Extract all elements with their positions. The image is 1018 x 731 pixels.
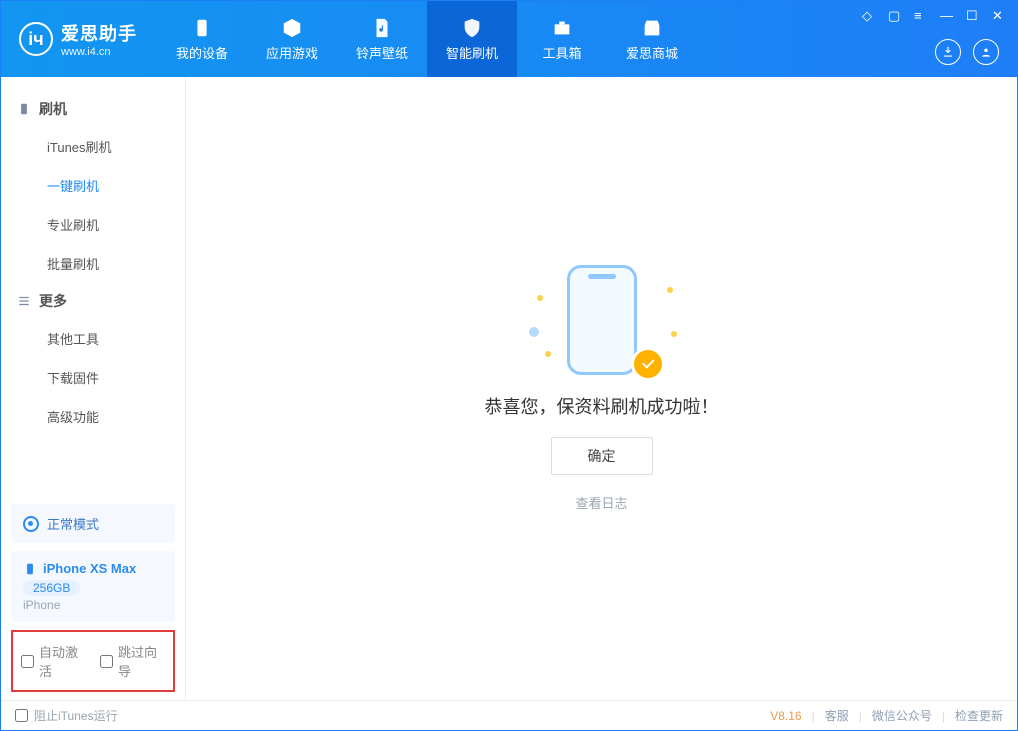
version-label: V8.16 <box>770 709 801 723</box>
nav-apps-games[interactable]: 应用游戏 <box>247 1 337 77</box>
view-log-link[interactable]: 查看日志 <box>575 493 627 512</box>
download-button[interactable] <box>935 39 961 65</box>
sidebar: 刷机 iTunes刷机 一键刷机 专业刷机 批量刷机 更多 其他工具 下载固件 … <box>1 77 186 700</box>
shield-refresh-icon <box>461 17 483 39</box>
window-controls: ◇ ▢ ≡ — ☐ ✕ <box>861 7 1007 23</box>
success-illustration <box>527 265 677 375</box>
device-type: iPhone <box>23 598 163 612</box>
footer-link-support[interactable]: 客服 <box>825 707 849 724</box>
sidebar-group-flash: 刷机 <box>1 91 185 127</box>
header: iч 爱思助手 www.i4.cn 我的设备 应用游戏 铃声壁纸 智能刷机 工具… <box>1 1 1017 77</box>
logo-icon: iч <box>19 22 53 56</box>
device-icon <box>191 17 213 39</box>
sidebar-item-pro-flash[interactable]: 专业刷机 <box>1 205 185 244</box>
skip-guide-input[interactable] <box>100 655 113 668</box>
store-icon <box>641 17 663 39</box>
user-icon <box>979 45 993 59</box>
flash-options-highlight: 自动激活 跳过向导 <box>11 630 175 692</box>
maximize-icon[interactable]: ☐ <box>965 7 981 23</box>
minimize-icon[interactable]: — <box>939 7 955 23</box>
success-message: 恭喜您，保资料刷机成功啦！ <box>485 393 719 419</box>
device-mode-label: 正常模式 <box>47 514 99 533</box>
device-card[interactable]: iPhone XS Max 256GB iPhone <box>11 551 175 622</box>
sidebar-group-more: 更多 <box>1 283 185 319</box>
block-itunes-checkbox[interactable] <box>15 709 28 722</box>
nav-my-device[interactable]: 我的设备 <box>157 1 247 77</box>
nav-ringtones-wallpapers[interactable]: 铃声壁纸 <box>337 1 427 77</box>
device-name: iPhone XS Max <box>43 561 136 576</box>
app-name: 爱思助手 <box>61 20 137 46</box>
nav-smart-flash[interactable]: 智能刷机 <box>427 1 517 77</box>
account-button[interactable] <box>973 39 999 65</box>
sidebar-item-advanced[interactable]: 高级功能 <box>1 397 185 436</box>
spark-icon <box>667 287 673 293</box>
menu-icon[interactable]: ≡ <box>913 7 929 23</box>
spark-icon <box>529 327 539 337</box>
download-icon <box>941 45 955 59</box>
device-capacity: 256GB <box>23 580 80 596</box>
success-badge-icon <box>631 347 665 381</box>
spark-icon <box>671 331 677 337</box>
list-icon <box>17 294 31 308</box>
spark-icon <box>545 351 551 357</box>
nav-toolbox[interactable]: 工具箱 <box>517 1 607 77</box>
ok-button[interactable]: 确定 <box>551 437 653 475</box>
footer-link-update[interactable]: 检查更新 <box>955 707 1003 724</box>
app-logo: iч 爱思助手 www.i4.cn <box>19 1 137 77</box>
phone-icon <box>17 102 31 116</box>
sidebar-item-itunes-flash[interactable]: iTunes刷机 <box>1 127 185 166</box>
music-file-icon <box>371 17 393 39</box>
auto-activate-checkbox[interactable]: 自动激活 <box>21 642 86 680</box>
block-itunes-label: 阻止iTunes运行 <box>34 707 118 724</box>
header-actions <box>935 39 999 65</box>
feedback-icon[interactable]: ▢ <box>887 7 903 23</box>
app-url: www.i4.cn <box>61 46 137 58</box>
mode-dot-icon <box>23 516 39 532</box>
phone-graphic <box>567 265 637 375</box>
footer-link-wechat[interactable]: 微信公众号 <box>872 707 932 724</box>
close-icon[interactable]: ✕ <box>991 7 1007 23</box>
nav-tabs: 我的设备 应用游戏 铃声壁纸 智能刷机 工具箱 爱思商城 <box>157 1 697 77</box>
sidebar-item-one-click-flash[interactable]: 一键刷机 <box>1 166 185 205</box>
theme-icon[interactable]: ◇ <box>861 7 877 23</box>
footer: 阻止iTunes运行 V8.16 | 客服 | 微信公众号 | 检查更新 <box>1 700 1017 730</box>
sidebar-item-download-firmware[interactable]: 下载固件 <box>1 358 185 397</box>
spark-icon <box>537 295 543 301</box>
cube-icon <box>281 17 303 39</box>
auto-activate-input[interactable] <box>21 655 34 668</box>
skip-guide-checkbox[interactable]: 跳过向导 <box>100 642 165 680</box>
phone-small-icon <box>23 562 37 576</box>
sidebar-item-batch-flash[interactable]: 批量刷机 <box>1 244 185 283</box>
sidebar-item-other-tools[interactable]: 其他工具 <box>1 319 185 358</box>
nav-store[interactable]: 爱思商城 <box>607 1 697 77</box>
device-mode-card[interactable]: 正常模式 <box>11 504 175 543</box>
toolbox-icon <box>551 17 573 39</box>
main-content: 恭喜您，保资料刷机成功啦！ 确定 查看日志 <box>186 77 1017 700</box>
